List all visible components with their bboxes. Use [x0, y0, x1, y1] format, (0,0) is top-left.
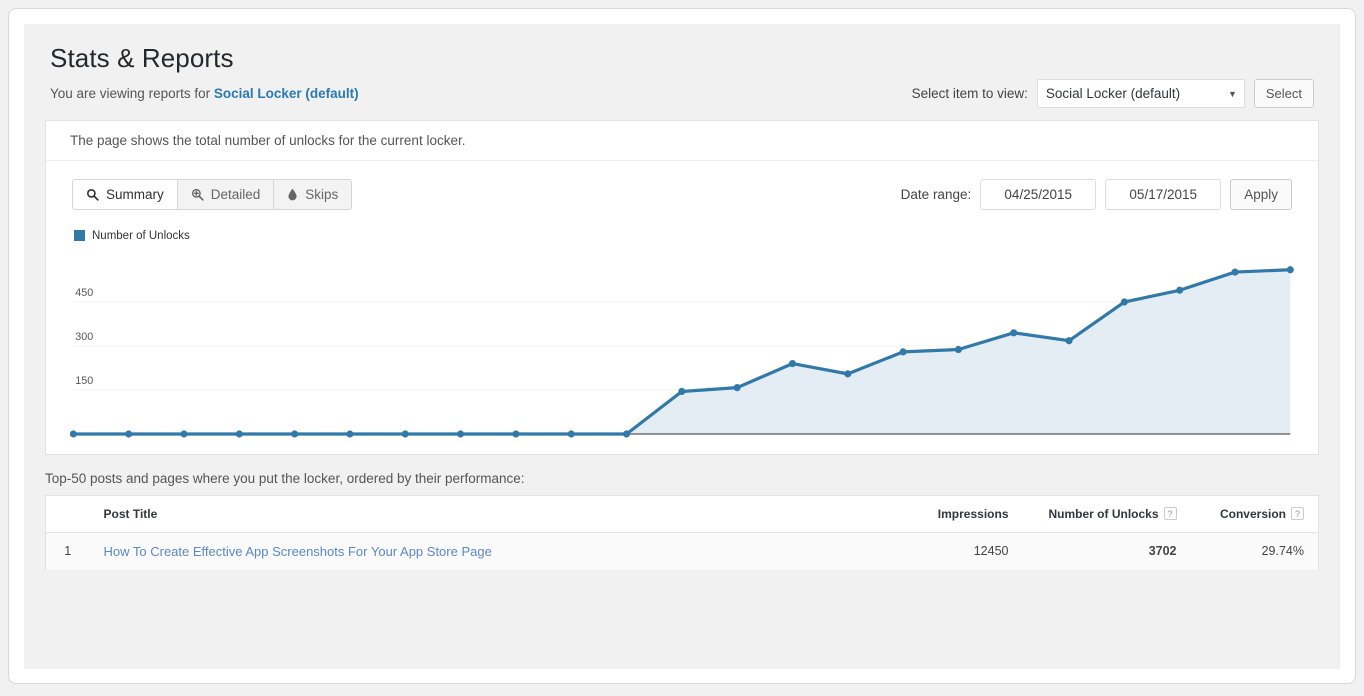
item-select-wrap: Social Locker (default) ▼ — [1037, 79, 1245, 108]
table-body: 1 How To Create Effective App Screenshot… — [46, 532, 1319, 570]
tint-drop-icon — [287, 188, 298, 201]
tab-skips-label: Skips — [305, 187, 338, 202]
table-head: Post Title Impressions Number of Unlocks… — [46, 495, 1319, 532]
search-icon — [86, 188, 99, 201]
item-select[interactable]: Social Locker (default) — [1037, 79, 1245, 108]
cell-impressions: 12450 — [908, 532, 1023, 570]
unlocks-chart: Number of Unlocks 150 300 450 — [46, 224, 1318, 454]
help-icon-conversion[interactable]: ? — [1291, 507, 1304, 520]
date-range-label: Date range: — [901, 187, 972, 202]
th-impressions: Impressions — [908, 495, 1023, 532]
th-index — [46, 495, 90, 532]
select-item-label: Select item to view: — [912, 86, 1028, 101]
cell-unlocks: 3702 — [1023, 532, 1191, 570]
select-button[interactable]: Select — [1254, 79, 1314, 108]
tab-skips[interactable]: Skips — [274, 179, 352, 210]
th-unlocks-label: Number of Unlocks — [1048, 507, 1158, 521]
tab-summary[interactable]: Summary — [72, 179, 178, 210]
table-row: 1 How To Create Effective App Screenshot… — [46, 532, 1319, 570]
zoom-in-icon — [191, 188, 204, 201]
current-locker-link[interactable]: Social Locker (default) — [214, 86, 359, 101]
chart-panel: The page shows the total number of unloc… — [45, 120, 1319, 455]
viewing-reports-prefix: You are viewing reports for — [50, 86, 214, 101]
date-range-group: Date range: Apply — [901, 179, 1292, 210]
th-conversion: Conversion? — [1191, 495, 1319, 532]
chart-legend: Number of Unlocks — [74, 230, 190, 242]
tab-detailed-label: Detailed — [211, 187, 261, 202]
item-select-group: Select item to view: Social Locker (defa… — [912, 79, 1314, 108]
date-from-input[interactable] — [980, 179, 1096, 210]
panel-description: The page shows the total number of unloc… — [46, 121, 1318, 161]
post-title-link[interactable]: How To Create Effective App Screenshots … — [104, 544, 492, 559]
viewing-reports-text: You are viewing reports for Social Locke… — [50, 86, 359, 101]
view-mode-button-group: Summary Detailed — [72, 179, 352, 210]
top-posts-table: Post Title Impressions Number of Unlocks… — [45, 495, 1319, 571]
th-post-title: Post Title — [90, 495, 908, 532]
cell-post-title: How To Create Effective App Screenshots … — [90, 532, 908, 570]
subline-row: You are viewing reports for Social Locke… — [50, 79, 1314, 109]
date-to-input[interactable] — [1105, 179, 1221, 210]
page-header: Stats & Reports You are viewing reports … — [24, 24, 1340, 109]
tab-detailed[interactable]: Detailed — [178, 179, 275, 210]
page-body: Stats & Reports You are viewing reports … — [24, 24, 1340, 669]
help-icon-unlocks[interactable]: ? — [1164, 507, 1177, 520]
app-window: Stats & Reports You are viewing reports … — [8, 8, 1356, 684]
page-title: Stats & Reports — [50, 42, 1314, 75]
th-conversion-label: Conversion — [1220, 507, 1286, 521]
th-unlocks: Number of Unlocks? — [1023, 495, 1191, 532]
svg-text:450: 450 — [75, 286, 93, 298]
panel-toolbar: Summary Detailed — [46, 161, 1318, 220]
legend-label-unlocks: Number of Unlocks — [92, 230, 190, 242]
tab-summary-label: Summary — [106, 187, 164, 202]
chart-canvas: 150 300 450 — [46, 224, 1304, 454]
table-header-row: Post Title Impressions Number of Unlocks… — [46, 495, 1319, 532]
cell-index: 1 — [46, 532, 90, 570]
svg-text:150: 150 — [75, 374, 93, 386]
th-impressions-label: Impressions — [938, 507, 1009, 521]
table-caption: Top-50 posts and pages where you put the… — [45, 471, 1319, 486]
apply-date-range-button[interactable]: Apply — [1230, 179, 1292, 210]
cell-conversion: 29.74% — [1191, 532, 1319, 570]
legend-swatch-unlocks — [74, 230, 85, 241]
svg-text:300: 300 — [75, 330, 93, 342]
